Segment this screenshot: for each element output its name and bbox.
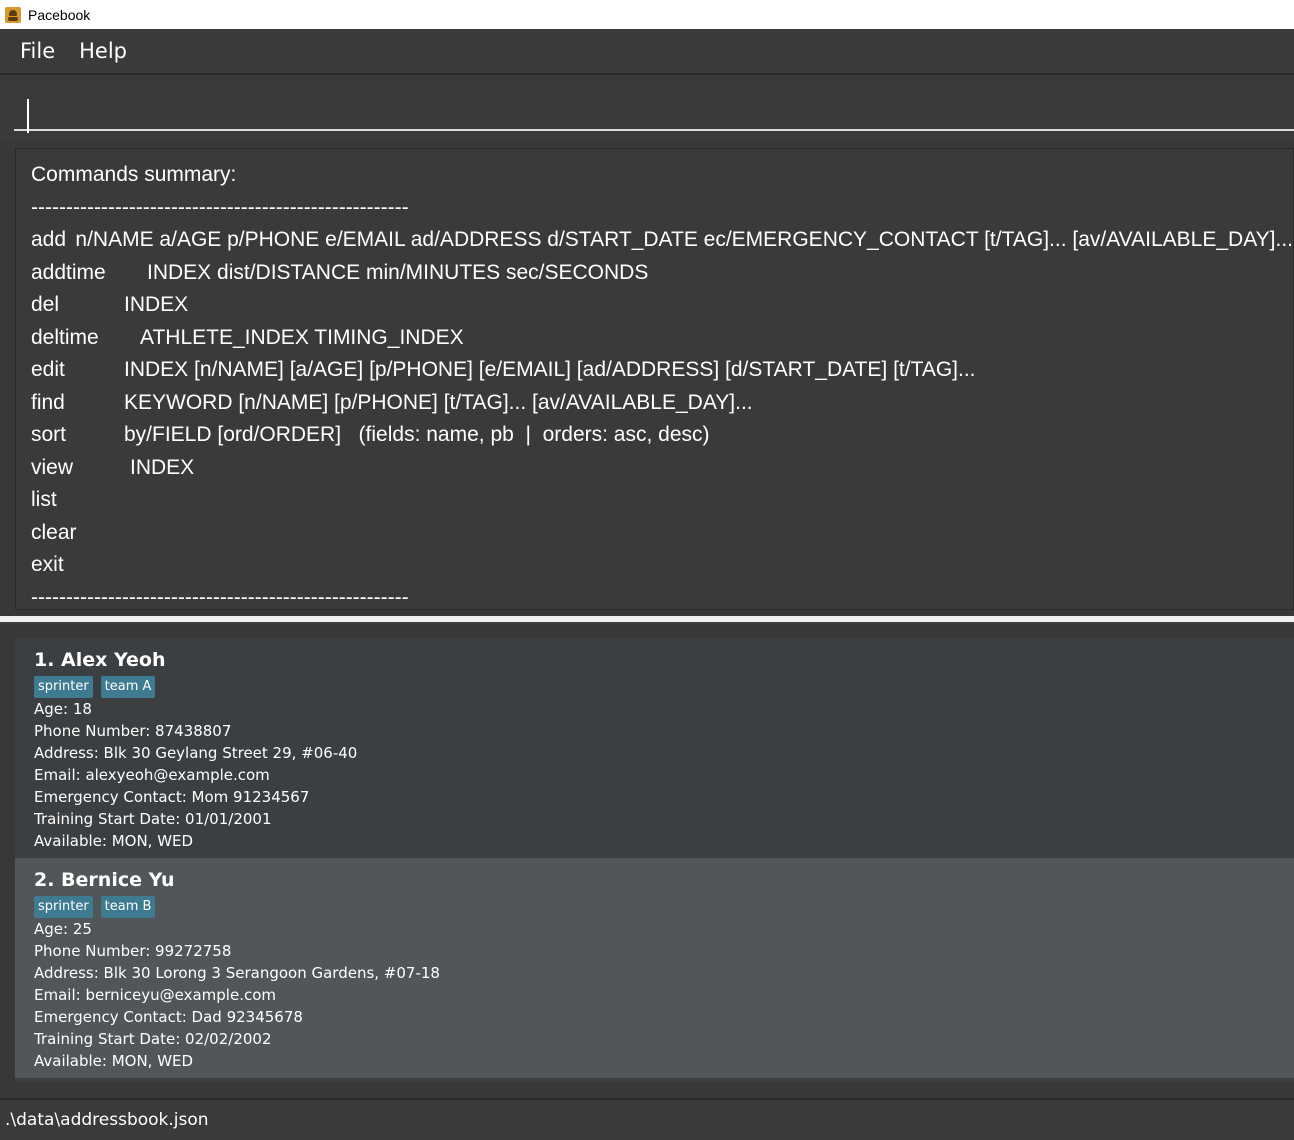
result-display-panel: Commands summary: ----------------------…	[0, 141, 1294, 616]
window-title: Pacebook	[28, 6, 91, 23]
tag-list: sprinter team A	[34, 676, 1294, 698]
command-args: INDEX	[130, 455, 195, 479]
command-input[interactable]	[14, 85, 1294, 129]
command-name: del	[31, 293, 60, 316]
result-separator-top: ----------------------------------------…	[31, 195, 409, 219]
person-phone: Phone Number: 87438807	[34, 722, 232, 740]
person-card[interactable]: 1. Alex Yeoh sprinter team A Age: 18 Pho…	[15, 638, 1294, 858]
command-row-view: view INDEX	[31, 452, 1293, 485]
command-name: deltime	[31, 325, 99, 349]
command-row-clear: clear	[31, 517, 1293, 550]
menu-file[interactable]: File	[0, 39, 67, 63]
command-row-edit: edit INDEX [n/NAME] [a/AGE] [p/PHONE] [e…	[31, 354, 1293, 387]
person-name: 1. Alex Yeoh	[34, 649, 166, 671]
command-args: by/FIELD [ord/ORDER] (fields: name, pb |…	[124, 423, 710, 446]
command-name: exit	[31, 553, 64, 576]
tag: team A	[100, 676, 156, 698]
command-name: sort	[31, 423, 67, 446]
command-name: edit	[31, 358, 65, 381]
command-row-find: find KEYWORD [n/NAME] [p/PHONE] [t/TAG].…	[31, 387, 1293, 420]
tag: sprinter	[34, 676, 93, 698]
command-row-list: list	[31, 484, 1293, 517]
command-row-del: del INDEX	[31, 289, 1293, 322]
result-separator-bottom: ----------------------------------------…	[31, 585, 409, 609]
person-card[interactable]: 2. Bernice Yu sprinter team B Age: 25 Ph…	[15, 858, 1294, 1078]
person-phone: Phone Number: 99272758	[34, 942, 232, 960]
person-start-date: Training Start Date: 01/01/2001	[34, 810, 272, 828]
command-area	[0, 75, 1294, 141]
person-list-panel: 1. Alex Yeoh sprinter team A Age: 18 Pho…	[0, 624, 1294, 1098]
person-age: Age: 25	[34, 920, 92, 938]
tag-list: sprinter team B	[34, 896, 1294, 918]
command-box[interactable]	[14, 85, 1294, 133]
status-bar: .\data\addressbook.json	[0, 1098, 1294, 1140]
command-args: KEYWORD [n/NAME] [p/PHONE] [t/TAG]... [a…	[124, 390, 753, 414]
command-args: INDEX dist/DISTANCE min/MINUTES sec/SECO…	[147, 260, 649, 284]
person-emergency-contact: Emergency Contact: Dad 92345678	[34, 1008, 303, 1026]
person-name: 2. Bernice Yu	[34, 869, 175, 891]
command-row-deltime: deltime ATHLETE_INDEX TIMING_INDEX	[31, 322, 1293, 355]
command-name: list	[31, 488, 57, 511]
person-address: Address: Blk 30 Geylang Street 29, #06-4…	[34, 744, 358, 762]
person-age: Age: 18	[34, 700, 92, 718]
menu-help[interactable]: Help	[67, 39, 139, 63]
command-row-addtime: addtime INDEX dist/DISTANCE min/MINUTES …	[31, 257, 1293, 290]
command-name: add	[31, 228, 67, 251]
save-file-path: .\data\addressbook.json	[5, 1110, 209, 1130]
command-name: addtime	[31, 260, 106, 284]
person-email: Email: berniceyu@example.com	[34, 986, 276, 1004]
command-row-exit: exit	[31, 549, 1293, 582]
tag: sprinter	[34, 896, 93, 918]
person-availability: Available: MON, WED	[34, 832, 194, 850]
person-start-date: Training Start Date: 02/02/2002	[34, 1030, 272, 1048]
person-availability: Available: MON, WED	[34, 1052, 194, 1070]
command-args: ATHLETE_INDEX TIMING_INDEX	[140, 325, 464, 349]
command-args: INDEX [n/NAME] [a/AGE] [p/PHONE] [e/EMAI…	[124, 358, 976, 381]
split-pane-divider[interactable]	[0, 616, 1294, 622]
tag: team B	[100, 896, 156, 918]
person-address: Address: Blk 30 Lorong 3 Serangoon Garde…	[34, 964, 440, 982]
command-name: clear	[31, 520, 77, 544]
menu-bar: File Help	[0, 29, 1294, 73]
result-display[interactable]: Commands summary: ----------------------…	[15, 148, 1294, 610]
person-emergency-contact: Emergency Contact: Mom 91234567	[34, 788, 310, 806]
command-args: n/NAME a/AGE p/PHONE e/EMAIL ad/ADDRESS …	[75, 228, 1293, 251]
text-caret	[27, 99, 29, 133]
command-name: view	[31, 455, 74, 479]
person-list[interactable]: 1. Alex Yeoh sprinter team A Age: 18 Pho…	[15, 638, 1294, 1082]
result-heading: Commands summary:	[31, 163, 237, 186]
command-row-sort: sort by/FIELD [ord/ORDER] (fields: name,…	[31, 419, 1293, 452]
command-row-add: add n/NAME a/AGE p/PHONE e/EMAIL ad/ADDR…	[31, 224, 1293, 257]
title-bar: Pacebook	[0, 0, 1294, 29]
person-email: Email: alexyeoh@example.com	[34, 766, 270, 784]
command-args: INDEX	[124, 293, 189, 316]
app-icon	[5, 6, 21, 23]
command-name: find	[31, 390, 65, 414]
